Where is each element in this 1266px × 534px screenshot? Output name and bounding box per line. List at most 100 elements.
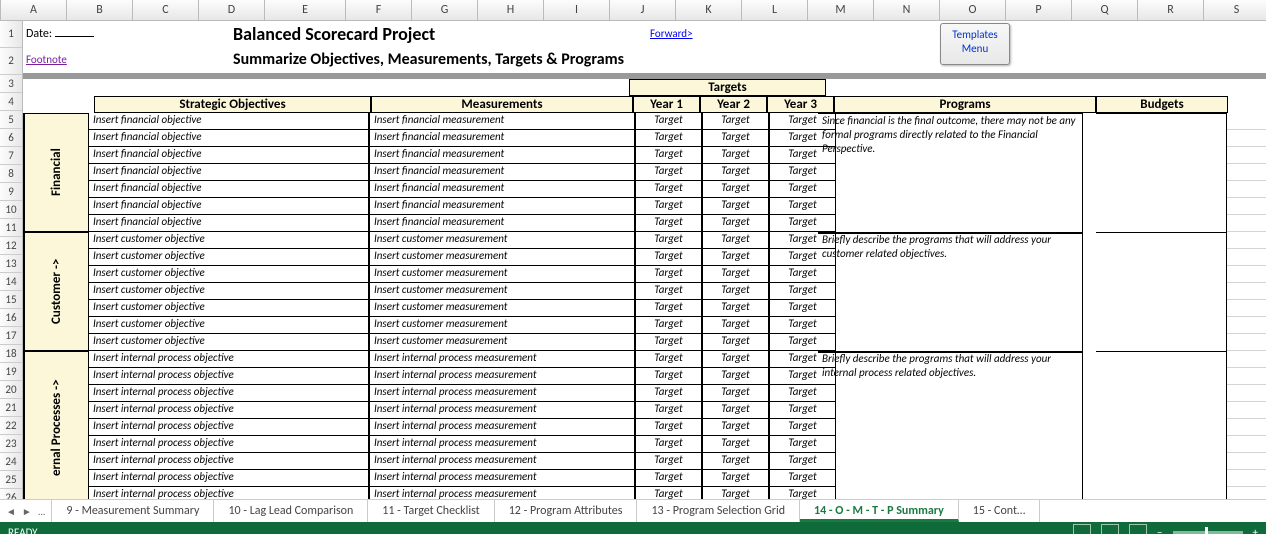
col-header-F[interactable]: F (346, 0, 412, 20)
tab-13[interactable]: 13 - Program Selection Grid (637, 500, 800, 522)
target-y1-cell[interactable]: Target (635, 402, 702, 419)
objective-cell[interactable]: Insert internal process objective (88, 487, 369, 499)
target-y1-cell[interactable]: Target (635, 181, 702, 198)
col-header-A[interactable]: A (1, 0, 67, 20)
budget-cell[interactable] (1096, 300, 1227, 317)
measurement-cell[interactable]: Insert customer measurement (369, 232, 635, 249)
budget-cell[interactable] (1096, 215, 1227, 232)
target-y1-cell[interactable]: Target (635, 147, 702, 164)
row-header-8[interactable]: 8 (0, 165, 22, 183)
target-y2-cell[interactable]: Target (702, 368, 769, 385)
row-header-15[interactable]: 15 (0, 291, 22, 309)
tab-15[interactable]: 15 - Cont… (959, 500, 1041, 522)
sheet-cells[interactable]: Date: Balanced Scorecard ProjectForward>… (23, 21, 1266, 499)
target-y1-cell[interactable]: Target (635, 317, 702, 334)
program-cell[interactable]: Briefly describe the programs that will … (818, 351, 1083, 499)
row-header-26[interactable]: 26 (0, 489, 22, 499)
target-y2-cell[interactable]: Target (702, 300, 769, 317)
col-header-D[interactable]: D (199, 0, 265, 20)
measurement-cell[interactable]: Insert financial measurement (369, 215, 635, 232)
target-y2-cell[interactable]: Target (702, 317, 769, 334)
measurement-cell[interactable]: Insert customer measurement (369, 249, 635, 266)
target-y2-cell[interactable]: Target (702, 453, 769, 470)
col-header-M[interactable]: M (808, 0, 874, 20)
budget-cell[interactable] (1096, 419, 1227, 436)
col-header-B[interactable]: B (67, 0, 133, 20)
row-header-25[interactable]: 25 (0, 471, 22, 489)
measurement-cell[interactable]: Insert financial measurement (369, 113, 635, 130)
col-header-J[interactable]: J (610, 0, 676, 20)
measurement-cell[interactable]: Insert customer measurement (369, 283, 635, 300)
target-y2-cell[interactable]: Target (702, 198, 769, 215)
row-header-2[interactable]: 2 (0, 48, 22, 75)
row-header-6[interactable]: 6 (0, 129, 22, 147)
target-y1-cell[interactable]: Target (635, 470, 702, 487)
measurement-cell[interactable]: Insert internal process measurement (369, 436, 635, 453)
target-y1-cell[interactable]: Target (635, 300, 702, 317)
target-y1-cell[interactable]: Target (635, 283, 702, 300)
tab-more-icon[interactable]: ... (38, 505, 46, 518)
objective-cell[interactable]: Insert internal process objective (88, 368, 369, 385)
objective-cell[interactable]: Insert financial objective (88, 164, 369, 181)
measurement-cell[interactable]: Insert financial measurement (369, 147, 635, 164)
row-header-18[interactable]: 18 (0, 345, 22, 363)
tab-prev-icon[interactable]: ◄ (6, 505, 16, 518)
budget-cell[interactable] (1096, 147, 1227, 164)
row-header-14[interactable]: 14 (0, 273, 22, 291)
objective-cell[interactable]: Insert financial objective (88, 181, 369, 198)
col-header-L[interactable]: L (742, 0, 808, 20)
target-y1-cell[interactable]: Target (635, 249, 702, 266)
objective-cell[interactable]: Insert customer objective (88, 317, 369, 334)
target-y1-cell[interactable]: Target (635, 487, 702, 499)
tab-14[interactable]: 14 - O - M - T - P Summary (800, 500, 959, 522)
target-y2-cell[interactable]: Target (702, 419, 769, 436)
row-header-5[interactable]: 5 (0, 111, 22, 129)
budget-cell[interactable] (1096, 334, 1227, 351)
measurement-cell[interactable]: Insert customer measurement (369, 317, 635, 334)
target-y2-cell[interactable]: Target (702, 436, 769, 453)
objective-cell[interactable]: Insert internal process objective (88, 470, 369, 487)
budget-cell[interactable] (1096, 317, 1227, 334)
target-y2-cell[interactable]: Target (702, 402, 769, 419)
target-y1-cell[interactable]: Target (635, 453, 702, 470)
zoom-out-icon[interactable]: − (1157, 526, 1162, 534)
measurement-cell[interactable]: Insert internal process measurement (369, 453, 635, 470)
budget-cell[interactable] (1096, 470, 1227, 487)
target-y1-cell[interactable]: Target (635, 368, 702, 385)
col-header-R[interactable]: R (1138, 0, 1204, 20)
budget-cell[interactable] (1096, 266, 1227, 283)
objective-cell[interactable]: Insert financial objective (88, 215, 369, 232)
target-y1-cell[interactable]: Target (635, 436, 702, 453)
measurement-cell[interactable]: Insert internal process measurement (369, 470, 635, 487)
col-header-E[interactable]: E (265, 0, 346, 20)
row-header-17[interactable]: 17 (0, 327, 22, 345)
target-y2-cell[interactable]: Target (702, 334, 769, 351)
objective-cell[interactable]: Insert financial objective (88, 130, 369, 147)
col-header-H[interactable]: H (478, 0, 544, 20)
templates-menu-button[interactable]: TemplatesMenu (940, 23, 1010, 65)
row-header-11[interactable]: 11 (0, 219, 22, 237)
col-header-O[interactable]: O (940, 0, 1006, 20)
col-header-S[interactable]: S (1204, 0, 1266, 20)
objective-cell[interactable]: Insert internal process objective (88, 419, 369, 436)
measurement-cell[interactable]: Insert financial measurement (369, 181, 635, 198)
measurement-cell[interactable]: Insert customer measurement (369, 334, 635, 351)
zoom-slider[interactable] (1173, 531, 1243, 534)
target-y1-cell[interactable]: Target (635, 266, 702, 283)
target-y1-cell[interactable]: Target (635, 334, 702, 351)
objective-cell[interactable]: Insert customer objective (88, 334, 369, 351)
objective-cell[interactable]: Insert customer objective (88, 300, 369, 317)
measurement-cell[interactable]: Insert financial measurement (369, 164, 635, 181)
measurement-cell[interactable]: Insert internal process measurement (369, 487, 635, 499)
col-header-P[interactable]: P (1006, 0, 1072, 20)
target-y2-cell[interactable]: Target (702, 130, 769, 147)
target-y2-cell[interactable]: Target (702, 147, 769, 164)
row-header-19[interactable]: 19 (0, 363, 22, 381)
footnote-link[interactable]: Footnote (26, 53, 67, 66)
budget-cell[interactable] (1096, 181, 1227, 198)
target-y1-cell[interactable]: Target (635, 385, 702, 402)
objective-cell[interactable]: Insert internal process objective (88, 385, 369, 402)
measurement-cell[interactable]: Insert customer measurement (369, 300, 635, 317)
target-y1-cell[interactable]: Target (635, 351, 702, 368)
row-header-9[interactable]: 9 (0, 183, 22, 201)
